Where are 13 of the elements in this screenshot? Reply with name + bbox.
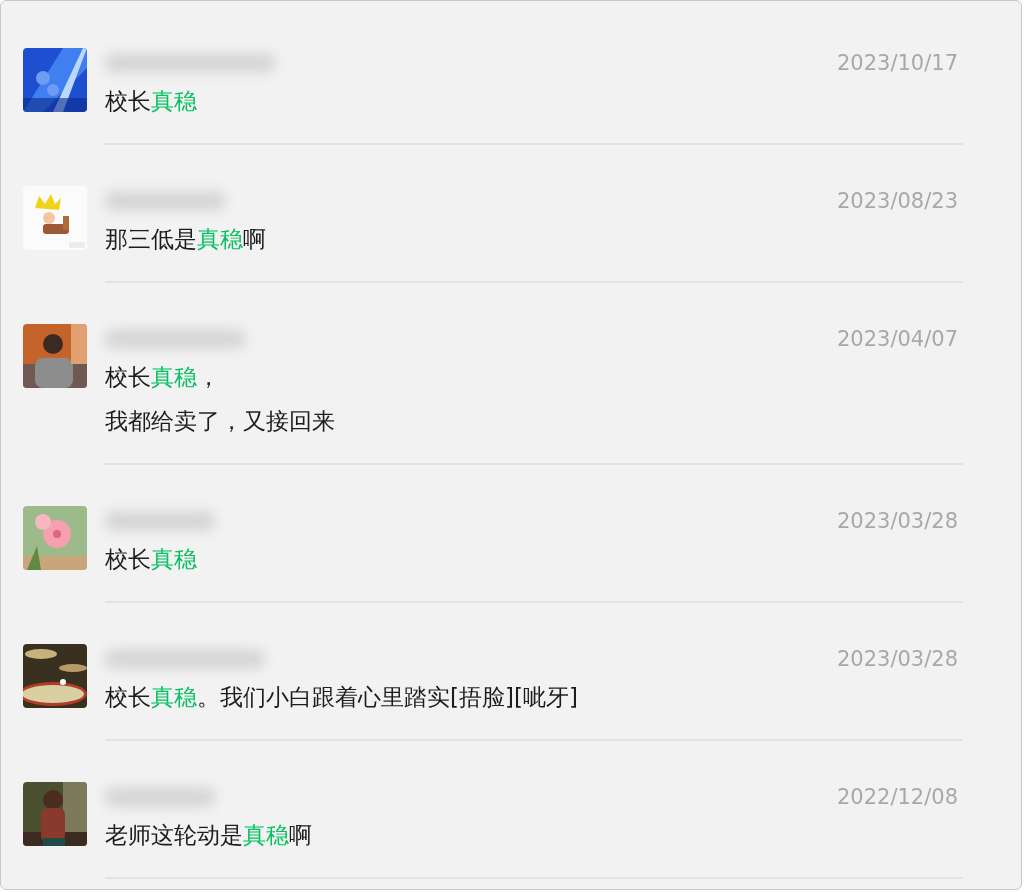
message-text: 校长真稳， xyxy=(105,363,221,392)
message-text: 我都给卖了，又接回来 xyxy=(105,407,336,436)
message-date: 2023/04/07 xyxy=(836,327,958,351)
message-date: 2023/10/17 xyxy=(836,51,958,75)
message-text: 老师这轮动是真稳啊 xyxy=(105,821,313,850)
message-date: 2023/08/23 xyxy=(836,189,958,213)
message-text: 校长真稳。我们小白跟着心里踏实[捂脸][呲牙] xyxy=(105,683,579,712)
message-text: 校长真稳 xyxy=(105,545,198,574)
message-date: 2023/03/28 xyxy=(836,509,958,533)
message-text: 校长真稳 xyxy=(105,87,198,116)
message-text: 那三低是真稳啊 xyxy=(105,225,267,254)
message-date: 2023/03/28 xyxy=(836,647,958,671)
message-date: 2022/12/08 xyxy=(836,785,958,809)
